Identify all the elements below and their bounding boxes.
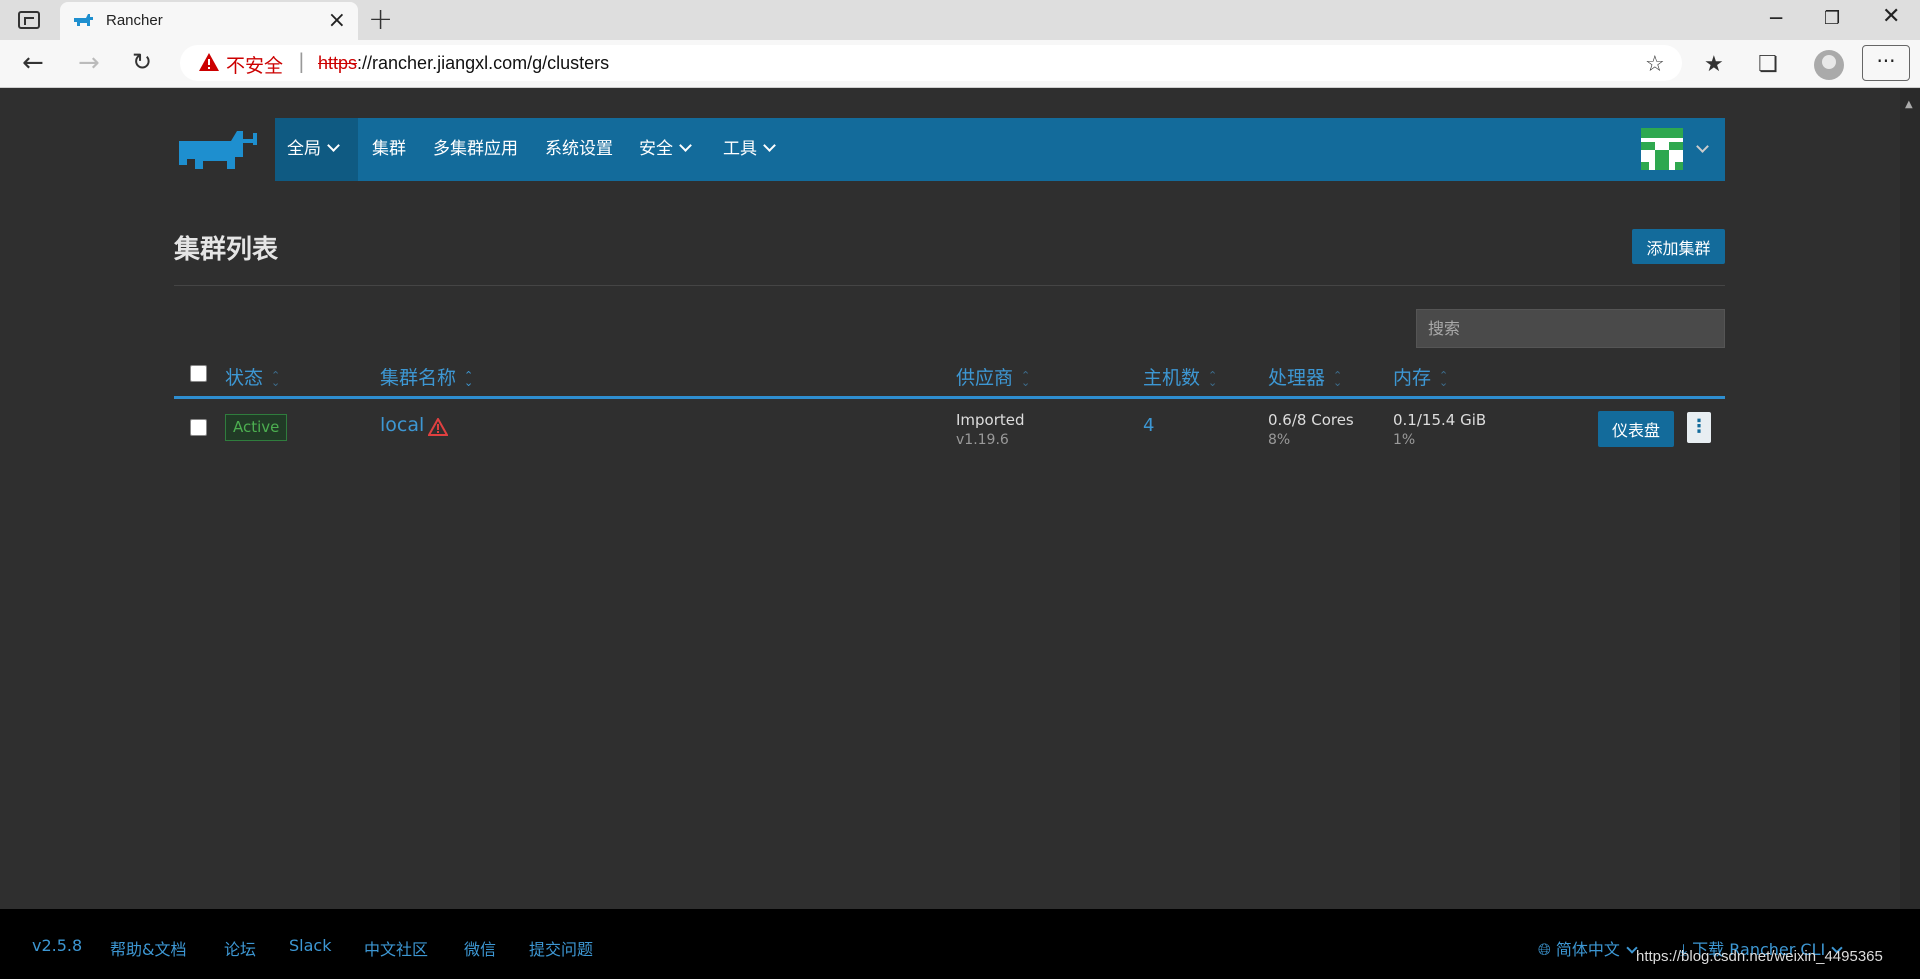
profile-icon[interactable] (1814, 50, 1844, 80)
collections-icon[interactable]: ❏ (1758, 52, 1778, 77)
user-menu-chevron-icon[interactable] (1696, 140, 1709, 153)
rancher-favicon-icon (74, 14, 93, 26)
nav-security[interactable]: 安全 (639, 118, 692, 181)
new-tab-icon[interactable]: + (368, 2, 393, 37)
column-header-provider[interactable]: 供应商 ⌃ ⌄ (956, 363, 1030, 390)
table-header-rule (174, 396, 1725, 399)
page-title: 集群列表 (174, 235, 279, 265)
url-text[interactable]: https://rancher.jiangxl.com/g/clusters (318, 53, 609, 74)
column-header-state[interactable]: 状态 ⌃ ⌄ (225, 363, 280, 390)
favorites-icon[interactable]: ★ (1704, 52, 1724, 77)
column-header-memory[interactable]: 内存 ⌃ ⌄ (1393, 363, 1448, 390)
footer-link-community[interactable]: 中文社区 (364, 936, 428, 960)
top-navigation: 全局 集群 多集群应用 系统设置 安全 工具 (275, 118, 1725, 181)
footer-link-wechat[interactable]: 微信 (464, 936, 496, 960)
row-checkbox[interactable] (190, 419, 207, 436)
tab-title: Rancher (106, 12, 163, 29)
more-menu-icon[interactable]: ··· (1862, 45, 1910, 81)
cpu-percent: 8% (1268, 432, 1291, 448)
refresh-icon[interactable]: ↻ (132, 48, 152, 76)
globe-icon: 🌐︎ (1538, 940, 1551, 959)
footer-link-forum[interactable]: 论坛 (224, 936, 256, 960)
column-header-name[interactable]: 集群名称 ⌃ ⌄ (380, 363, 473, 390)
language-selector[interactable]: 🌐︎ 简体中文 (1538, 936, 1638, 960)
sort-icon: ⌃ ⌄ (1333, 368, 1343, 389)
chevron-down-icon (763, 139, 776, 152)
sort-icon: ⌃ ⌄ (1021, 368, 1031, 389)
footer-link-slack[interactable]: Slack (289, 936, 331, 955)
chevron-down-icon (679, 139, 692, 152)
nav-clusters[interactable]: 集群 (372, 118, 406, 181)
scroll-up-icon[interactable]: ▲ (1905, 99, 1913, 110)
nav-tools[interactable]: 工具 (723, 118, 776, 181)
insecure-label[interactable]: 不安全 (226, 51, 283, 78)
provider-name: Imported (956, 411, 1025, 429)
browser-tab[interactable]: Rancher × (60, 2, 358, 40)
add-favorite-icon[interactable]: ☆ (1645, 52, 1665, 77)
restore-icon[interactable]: ❐ (1824, 8, 1840, 29)
tab-close-icon[interactable]: × (328, 8, 346, 33)
forward-icon[interactable]: → (78, 48, 100, 78)
nav-multi-cluster-apps[interactable]: 多集群应用 (433, 118, 518, 181)
sort-icon: ⌃ ⌄ (271, 368, 281, 389)
memory-value: 0.1/15.4 GiB (1393, 411, 1487, 429)
footer-link-docs[interactable]: 帮助&文档 (110, 936, 186, 960)
page: 全局 集群 多集群应用 系统设置 安全 工具 集群列表 添加集群 状态⌃⌄ 集群… (0, 89, 1900, 909)
cluster-name-link[interactable]: local (380, 414, 424, 436)
select-all-checkbox[interactable] (190, 365, 207, 382)
tab-actions-icon[interactable] (18, 11, 40, 29)
warning-icon[interactable] (428, 418, 448, 436)
address-bar: ← → ↻ 不安全 | https://rancher.jiangxl.com/… (0, 40, 1920, 88)
minimize-icon[interactable]: ─ (1770, 6, 1782, 30)
add-cluster-button[interactable]: 添加集群 (1632, 229, 1725, 264)
host-count-link[interactable]: 4 (1143, 415, 1154, 436)
watermark: https://blog.csdn.net/weixin_4495365 (1636, 948, 1883, 965)
user-avatar-icon[interactable] (1641, 128, 1683, 170)
version-link[interactable]: v2.5.8 (32, 936, 82, 955)
window-close-icon[interactable]: ✕ (1882, 4, 1900, 29)
vertical-scrollbar[interactable]: ▲ (1900, 89, 1920, 909)
sort-icon: ⌃ ⌄ (1439, 368, 1449, 389)
status-badge: Active (225, 414, 288, 441)
chevron-down-icon (327, 139, 340, 152)
column-header-nodes[interactable]: 主机数 ⌃ ⌄ (1143, 363, 1217, 390)
divider (174, 285, 1725, 286)
nav-global[interactable]: 全局 (275, 118, 358, 181)
url-field[interactable]: 不安全 | https://rancher.jiangxl.com/g/clus… (180, 45, 1682, 81)
row-actions-icon[interactable]: ⋮ (1687, 412, 1711, 443)
memory-percent: 1% (1393, 432, 1416, 448)
sort-icon: ⌃ ⌄ (464, 368, 474, 389)
url-separator: | (298, 49, 305, 73)
warning-icon (199, 53, 219, 71)
search-input[interactable] (1416, 309, 1725, 348)
nav-settings[interactable]: 系统设置 (545, 118, 613, 181)
footer: v2.5.8 帮助&文档 论坛 Slack 中文社区 微信 提交问题 🌐︎ 简体… (0, 909, 1920, 979)
dashboard-button[interactable]: 仪表盘 (1598, 411, 1674, 447)
column-header-cpu[interactable]: 处理器 ⌃ ⌄ (1268, 363, 1342, 390)
sort-icon: ⌃ ⌄ (1208, 368, 1218, 389)
footer-link-issues[interactable]: 提交问题 (529, 936, 593, 960)
cpu-value: 0.6/8 Cores (1268, 411, 1354, 429)
provider-version: v1.19.6 (956, 432, 1009, 448)
rancher-logo-icon[interactable] (175, 127, 261, 175)
back-icon[interactable]: ← (22, 48, 44, 78)
browser-tab-bar: Rancher × + ─ ❐ ✕ (0, 0, 1920, 40)
